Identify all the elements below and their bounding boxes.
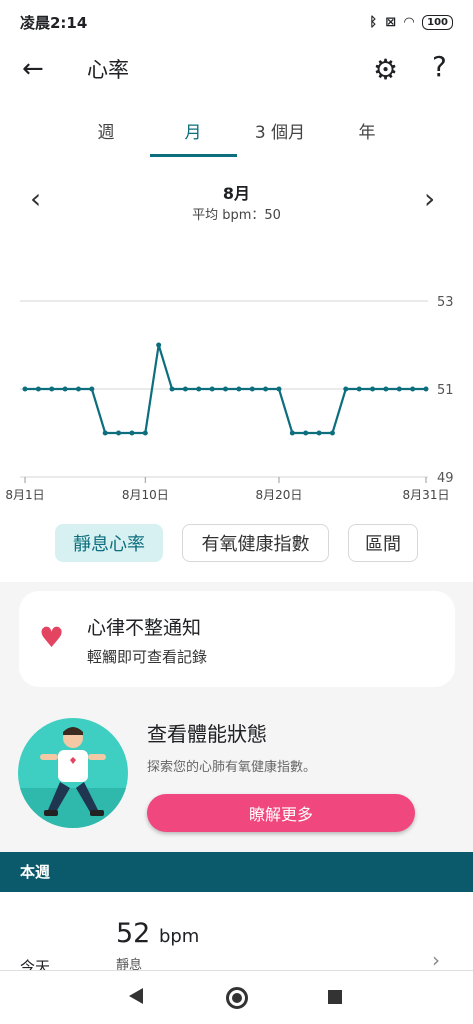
runner-illustration — [18, 718, 128, 828]
tab-3-months[interactable]: 3 個月 — [235, 118, 325, 143]
metric-filters: 靜息心率 有氧健康指數 區間 — [0, 524, 473, 564]
data-point — [289, 430, 295, 436]
back-arrow-icon[interactable]: ← — [22, 54, 44, 84]
tab-month[interactable]: 月 — [148, 118, 238, 143]
no-sim-icon: ⊠ — [385, 14, 397, 30]
help-icon[interactable]: ? — [432, 50, 447, 83]
y-tick-label: 53 — [437, 295, 454, 310]
page-title: 心率 — [87, 58, 129, 82]
data-point — [343, 386, 349, 392]
heart-icon: ♥ — [39, 621, 65, 654]
data-point — [303, 430, 309, 436]
nav-home-icon[interactable] — [226, 987, 248, 1009]
status-icons: ᛒ ⊠ ◠ 100 — [369, 14, 453, 30]
nav-back-icon[interactable] — [129, 988, 143, 1004]
data-point — [35, 386, 41, 392]
data-point — [223, 386, 228, 392]
system-nav-bar — [0, 970, 473, 1024]
wifi-icon: ◠ — [404, 14, 415, 30]
chevron-right-icon[interactable]: › — [424, 182, 435, 215]
month-navigator: ‹ 8月 平均 bpm：50 › — [0, 178, 473, 228]
data-point — [142, 430, 148, 436]
data-point — [263, 386, 269, 392]
data-point — [196, 386, 202, 392]
app-bar: ← 心率 ⚙ ? — [0, 44, 473, 92]
data-point — [182, 386, 188, 392]
data-point — [316, 430, 322, 436]
data-point — [129, 430, 135, 436]
filter-resting-heart-rate[interactable]: 靜息心率 — [55, 524, 163, 562]
today-row[interactable]: 今天 52 bpm 靜息 › — [0, 892, 473, 970]
x-tick-label: 8月1日 — [5, 488, 44, 502]
bpm-number: 52 — [116, 918, 151, 949]
arrhythmia-notification-card[interactable]: ♥ 心律不整通知 輕觸即可查看記錄 — [19, 591, 455, 687]
data-point — [209, 386, 215, 392]
data-point — [396, 386, 402, 392]
filter-cardio-fitness[interactable]: 有氧健康指數 — [182, 524, 329, 562]
tab-year[interactable]: 年 — [322, 118, 412, 143]
fitness-subtitle: 探索您的心肺有氧健康指數。 — [147, 760, 317, 775]
data-point — [75, 386, 81, 392]
data-point — [356, 386, 362, 392]
gear-icon[interactable]: ⚙ — [373, 53, 398, 86]
data-point — [22, 386, 28, 392]
nav-recents-icon[interactable] — [328, 990, 342, 1004]
average-bpm: 平均 bpm：50 — [192, 208, 281, 223]
fitness-title: 查看體能狀態 — [147, 722, 267, 746]
data-point — [62, 386, 68, 392]
bluetooth-icon: ᛒ — [369, 14, 378, 30]
data-point — [249, 386, 255, 392]
bpm-value: 52 bpm — [116, 918, 199, 949]
data-point — [383, 386, 389, 392]
data-point — [89, 386, 95, 392]
period-tabs: 週 月 3 個月 年 — [0, 110, 473, 158]
row-day: 今天 — [20, 958, 51, 970]
chevron-right-icon: › — [432, 948, 440, 970]
learn-more-button[interactable]: 瞭解更多 — [147, 794, 415, 832]
heart-rate-chart: 53 51 49 8月1日 8月10日 8月20日 8月31日 — [5, 295, 454, 502]
data-point — [423, 386, 429, 392]
notify-title: 心律不整通知 — [87, 617, 202, 639]
x-tick-label: 8月31日 — [403, 488, 450, 502]
battery-indicator: 100 — [422, 14, 453, 30]
data-point — [329, 430, 335, 436]
status-bar: 凌晨2:14 ᛒ ⊠ ◠ 100 — [0, 0, 473, 44]
this-week-header: 本週 — [0, 852, 473, 892]
tab-week[interactable]: 週 — [61, 118, 151, 143]
fitness-card: 查看體能狀態 探索您的心肺有氧健康指數。 瞭解更多 — [0, 702, 473, 850]
x-tick-label: 8月20日 — [256, 488, 303, 502]
filter-zones[interactable]: 區間 — [348, 524, 418, 562]
data-point — [156, 342, 162, 348]
y-tick-label: 51 — [437, 383, 454, 398]
y-tick-label: 49 — [437, 471, 454, 486]
data-point — [102, 430, 108, 436]
data-point — [276, 386, 282, 392]
data-point — [116, 430, 122, 436]
status-time: 凌晨2:14 — [20, 13, 88, 32]
bpm-unit: bpm — [158, 926, 200, 947]
tab-indicator — [150, 154, 237, 157]
month-title: 8月 — [222, 184, 251, 203]
data-point — [169, 386, 175, 392]
notify-subtitle: 輕觸即可查看記錄 — [87, 648, 208, 666]
x-tick-label: 8月10日 — [122, 488, 169, 502]
data-point — [49, 386, 55, 392]
data-point — [410, 386, 416, 392]
bpm-label: 靜息 — [116, 958, 143, 970]
data-point — [236, 386, 242, 392]
data-point — [370, 386, 376, 392]
